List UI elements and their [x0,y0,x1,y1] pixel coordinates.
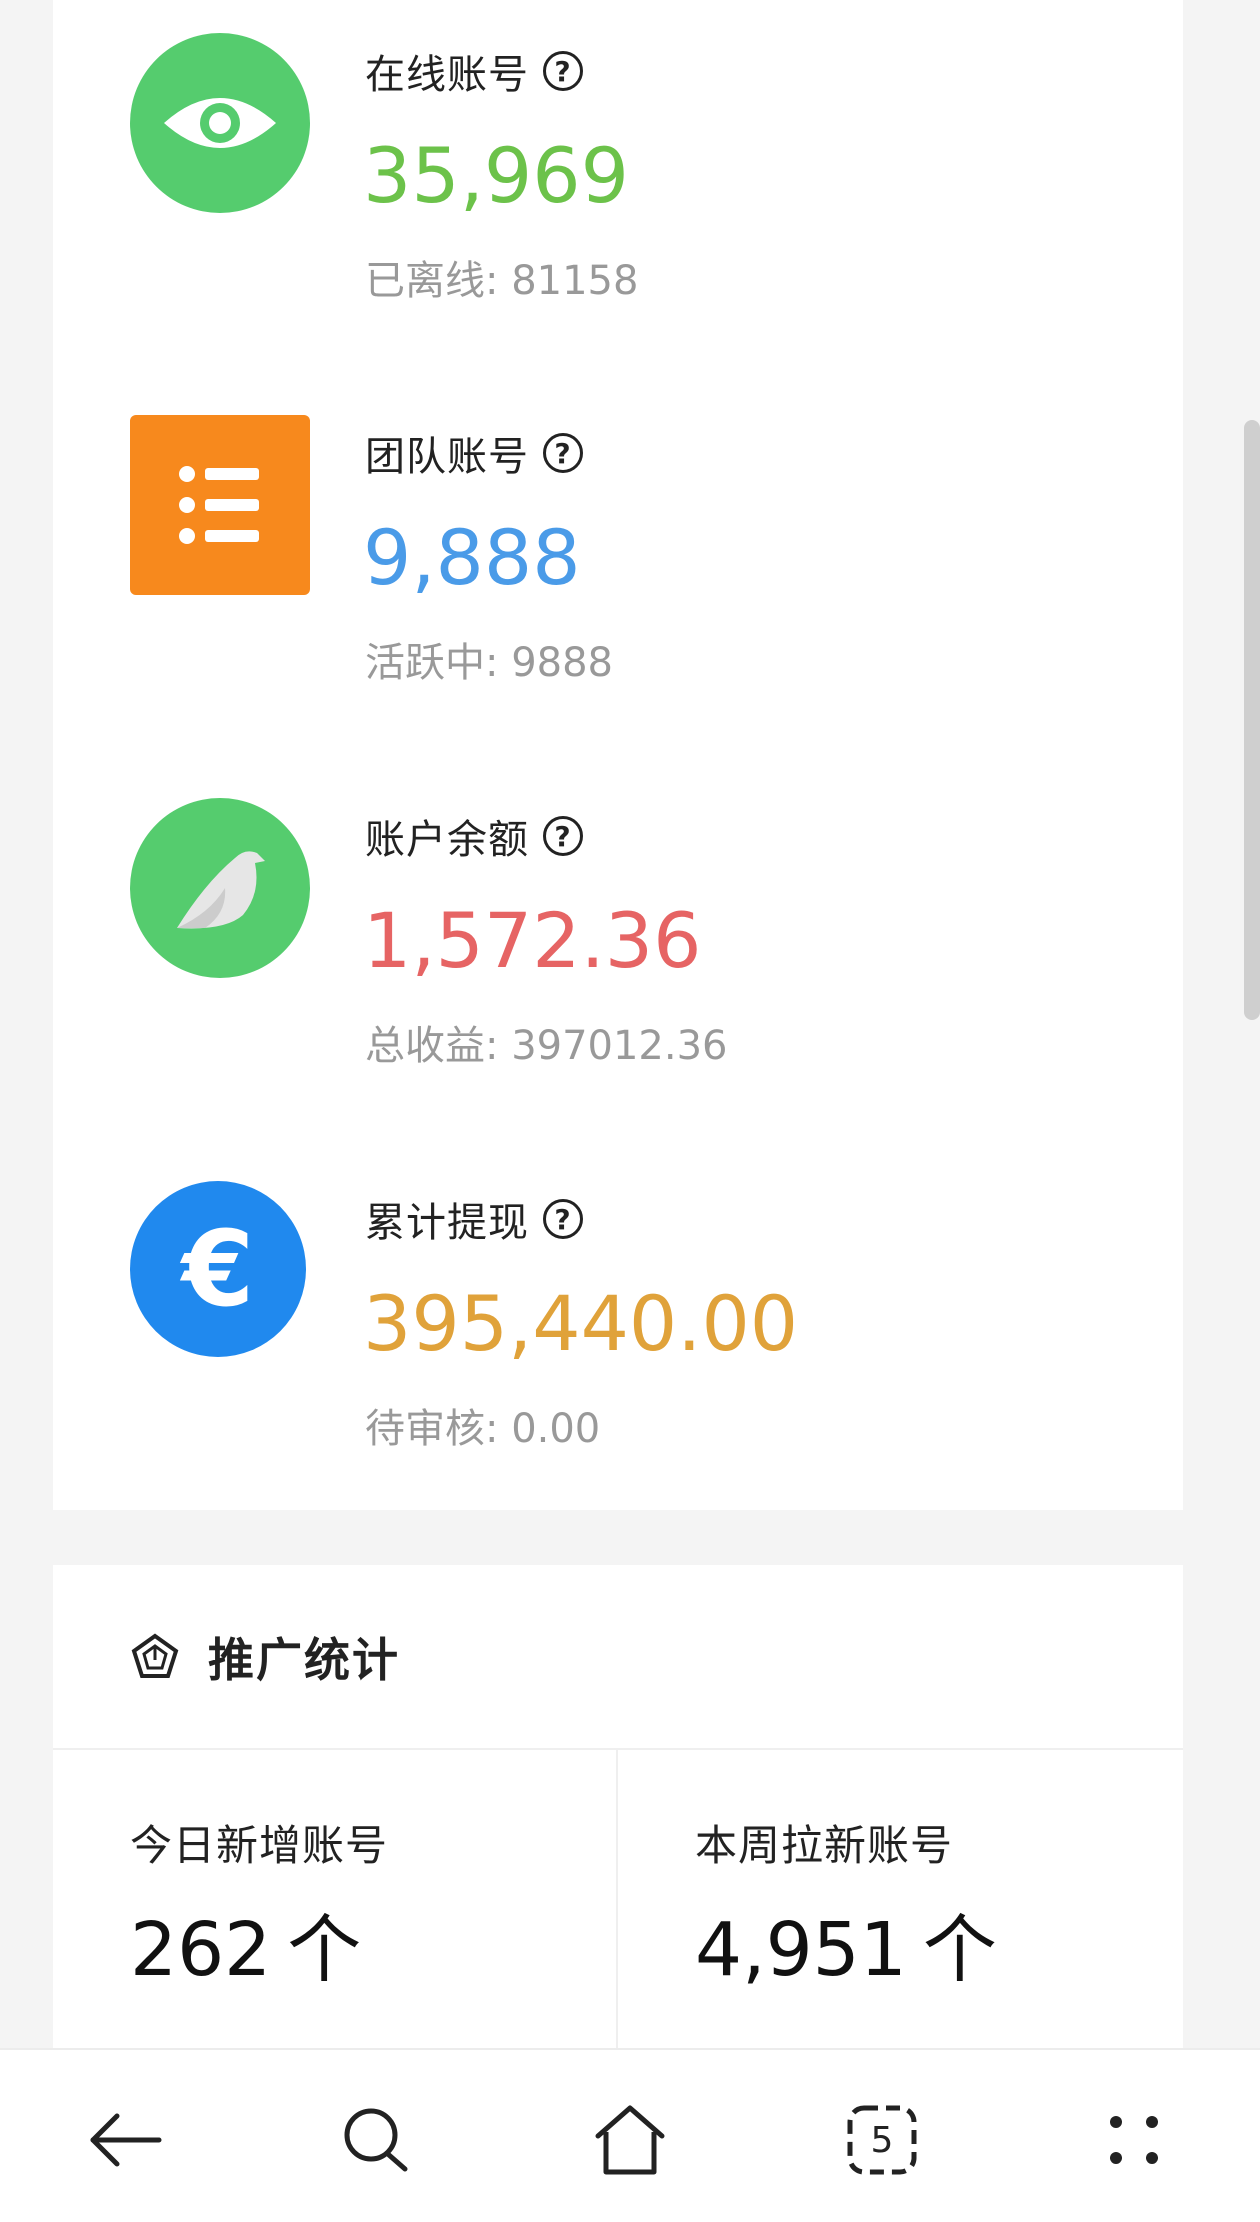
stat-sub: 待审核: 0.00 [365,1406,601,1452]
help-icon[interactable]: ? [543,51,583,91]
promo-item-value: 4,951 [695,1907,907,1993]
stat-online-accounts[interactable]: 在线账号 ? 35,969 已离线: 81158 [53,20,1183,320]
stat-label: 团队账号 [365,434,529,480]
help-icon[interactable]: ? [543,1199,583,1239]
bird-icon [130,798,310,978]
scrollbar[interactable] [1244,420,1260,1020]
promotion-stats-card: 推广统计 今日新增账号 262 个 本周拉新账号 4,951 个 [53,1565,1183,2070]
help-icon[interactable]: ? [543,816,583,856]
today-new-accounts[interactable]: 今日新增账号 262 个 [53,1750,618,2070]
stat-account-balance[interactable]: 账户余额 ? 1,572.36 总收益: 397012.36 [53,785,1183,1085]
eye-icon [130,33,310,213]
tab-count: 5 [870,2119,894,2161]
stat-value: 35,969 [363,131,629,220]
stat-value: 1,572.36 [363,896,702,985]
promo-item-unit: 个 [922,1907,997,1993]
euro-icon: € [130,1181,306,1357]
search-icon[interactable] [336,2100,416,2180]
bottom-navigation-bar: 5 [0,2048,1260,2222]
list-icon [130,415,310,595]
promo-title: 推广统计 [208,1632,400,1687]
stat-value: 395,440.00 [363,1279,799,1368]
stat-value: 9,888 [363,513,581,602]
stat-sub: 活跃中: 9888 [365,640,613,686]
stat-total-withdrawn[interactable]: € 累计提现 ? 395,440.00 待审核: 0.00 [53,1168,1183,1468]
stat-label: 账户余额 [365,817,529,863]
menu-dots-icon[interactable] [1094,2100,1174,2180]
stat-sub: 总收益: 397012.36 [365,1023,728,1069]
pentagon-chart-icon [131,1633,179,1678]
stat-team-accounts[interactable]: 团队账号 ? 9,888 活跃中: 9888 [53,402,1183,702]
promo-item-label: 本周拉新账号 [695,1821,954,1870]
help-icon[interactable]: ? [543,433,583,473]
promo-header: 推广统计 [53,1565,1183,1750]
stat-sub: 已离线: 81158 [365,258,639,304]
back-arrow-icon[interactable] [85,2100,165,2180]
stat-label: 累计提现 [365,1200,529,1246]
account-stats-card: 在线账号 ? 35,969 已离线: 81158 团队账号 ? 9,888 活跃… [53,0,1183,1510]
stat-label: 在线账号 [365,52,529,98]
home-icon[interactable] [590,2100,670,2180]
promo-item-unit: 个 [287,1907,362,1993]
promo-item-label: 今日新增账号 [130,1821,389,1870]
promo-item-value: 262 [130,1907,272,1993]
tabs-icon[interactable]: 5 [842,2100,922,2180]
week-new-accounts[interactable]: 本周拉新账号 4,951 个 [618,1750,1183,2070]
